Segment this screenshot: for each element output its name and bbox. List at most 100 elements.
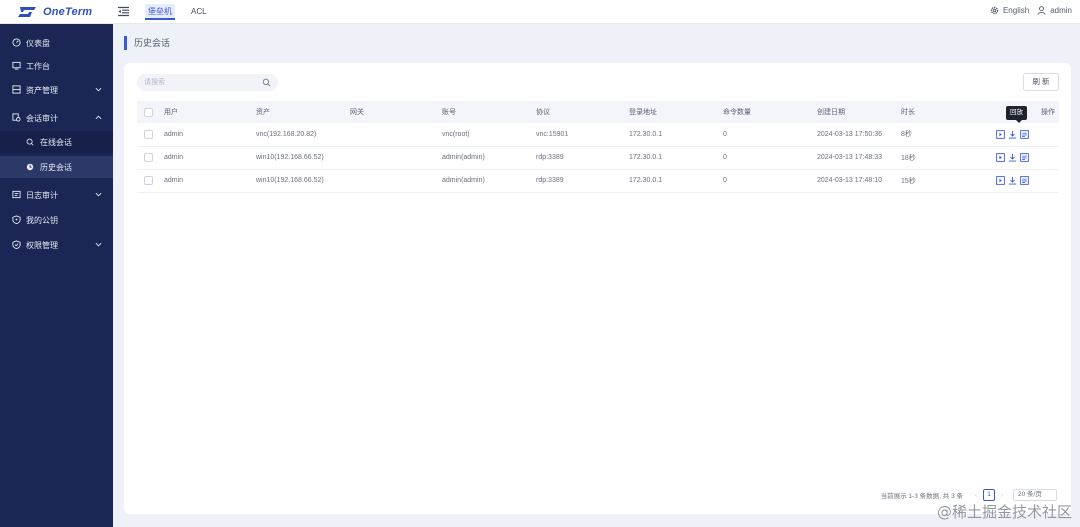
sidebar-item-assets[interactable]: 资产管理 xyxy=(0,80,113,100)
cell-duration: 8秒 xyxy=(901,131,912,139)
command-record-icon[interactable] xyxy=(1020,129,1029,139)
column-header: 登录地址 xyxy=(629,109,657,116)
sidebar-item-history-session[interactable]: 历史会话 xyxy=(0,156,113,178)
select-all-checkbox[interactable] xyxy=(144,107,153,117)
sidebar: 仪表盘 工作台 资产管理 会话审计 在线会话 历史会话 日志审计 我的公钥 权限… xyxy=(0,24,113,527)
pagination: 当前展示 1-3 条数据, 共 3 条 ‹ 1 › 20 条/页 xyxy=(881,488,1057,502)
cell-login-address: 172.30.0.1 xyxy=(629,154,663,161)
cell-user: admin xyxy=(164,154,184,161)
public-key-icon xyxy=(12,215,21,224)
cell-created-date: 2024-03-13 17:48:10 xyxy=(817,177,882,184)
column-header: 网关 xyxy=(350,109,364,116)
cell-user: admin xyxy=(164,130,184,138)
sidebar-item-log-audit[interactable]: 日志审计 xyxy=(0,185,113,205)
command-record-icon[interactable] xyxy=(1020,153,1029,162)
cell-asset: vnc(192.168.20.82) xyxy=(256,130,317,138)
cell-created-date: 2024-03-13 17:48:33 xyxy=(817,154,882,161)
row-actions xyxy=(996,129,1059,139)
sidebar-item-label: 在线会话 xyxy=(40,137,72,147)
prev-page-button[interactable]: ‹ xyxy=(971,492,981,499)
app-name: OneTerm xyxy=(43,6,93,18)
sidebar-item-label: 资产管理 xyxy=(26,85,58,95)
cell-account: admin(admin) xyxy=(442,177,485,184)
workbench-icon xyxy=(12,61,21,70)
sidebar-item-label: 仪表盘 xyxy=(26,38,50,48)
tab-bastion[interactable]: 堡垒机 xyxy=(145,4,175,20)
search-input[interactable] xyxy=(144,76,254,89)
top-right-tools: English admin xyxy=(990,6,1072,15)
cell-duration: 18秒 xyxy=(901,154,916,162)
page-number-button[interactable]: 1 xyxy=(983,489,995,501)
cell-login-address: 172.30.0.1 xyxy=(629,130,663,138)
cell-account: vnc(root) xyxy=(442,130,470,138)
tab-acl[interactable]: ACL xyxy=(188,4,210,20)
page-size-select[interactable]: 20 条/页 xyxy=(1013,489,1057,501)
replay-tooltip: 回放 xyxy=(1006,106,1027,123)
history-session-icon xyxy=(26,163,34,171)
sidebar-item-permission[interactable]: 权限管理 xyxy=(0,235,113,255)
command-record-icon[interactable] xyxy=(1020,176,1029,185)
logo-icon xyxy=(18,7,36,17)
log-audit-icon xyxy=(12,190,21,199)
sidebar-item-online-session[interactable]: 在线会话 xyxy=(0,131,113,153)
cell-account: admin(admin) xyxy=(442,154,485,161)
cell-command-count: 0 xyxy=(723,154,727,161)
sidebar-item-label: 历史会话 xyxy=(40,162,72,172)
download-icon[interactable] xyxy=(1008,176,1017,185)
search-icon[interactable] xyxy=(262,78,271,87)
row-checkbox[interactable] xyxy=(144,176,153,185)
permission-icon xyxy=(12,240,21,249)
cell-protocol: rdp:3389 xyxy=(536,154,564,161)
next-page-button[interactable]: › xyxy=(997,492,1007,499)
session-audit-icon xyxy=(12,113,21,122)
cell-gateway xyxy=(350,123,442,146)
table-row: admin win10(192.168.66.52) admin(admin) … xyxy=(137,146,1059,169)
cell-gateway xyxy=(350,146,442,169)
sidebar-item-label: 日志审计 xyxy=(26,190,58,200)
settings-icon[interactable] xyxy=(990,6,999,15)
cell-created-date: 2024-03-13 17:50:36 xyxy=(817,130,882,138)
menu-collapse-icon[interactable] xyxy=(118,6,129,17)
column-header: 用户 xyxy=(164,109,178,116)
row-checkbox[interactable] xyxy=(144,153,153,162)
cell-command-count: 0 xyxy=(723,177,727,184)
dashboard-icon xyxy=(12,38,21,47)
content-card: 刷 新 用户 资产 网关 账号 协议 登录地址 命令数量 创建日期 时长 操作 xyxy=(124,63,1071,514)
replay-icon[interactable] xyxy=(996,153,1005,162)
user-icon xyxy=(1037,6,1046,15)
app-logo[interactable]: OneTerm xyxy=(18,5,92,19)
cell-duration: 15秒 xyxy=(901,177,916,185)
language-switch[interactable]: English xyxy=(1003,6,1029,15)
watermark: @稀土掘金技术社区 xyxy=(936,503,1072,521)
top-bar: OneTerm 堡垒机 ACL English admin xyxy=(0,0,1080,24)
online-session-icon xyxy=(26,138,34,146)
row-checkbox[interactable] xyxy=(144,129,153,139)
row-actions xyxy=(996,176,1059,185)
sidebar-item-public-key[interactable]: 我的公钥 xyxy=(0,210,113,230)
search-box xyxy=(137,74,278,91)
sidebar-item-label: 权限管理 xyxy=(26,240,58,250)
download-icon[interactable] xyxy=(1008,153,1017,162)
table-row: admin win10(192.168.66.52) admin(admin) … xyxy=(137,169,1059,192)
table-row: admin vnc(192.168.20.82) vnc(root) vnc:1… xyxy=(137,123,1059,146)
user-name[interactable]: admin xyxy=(1050,6,1072,15)
cell-command-count: 0 xyxy=(723,130,727,138)
refresh-button[interactable]: 刷 新 xyxy=(1023,73,1059,91)
sidebar-item-workbench[interactable]: 工作台 xyxy=(0,56,113,76)
replay-icon[interactable] xyxy=(996,176,1005,185)
chevron-down-icon xyxy=(95,87,102,92)
column-header: 资产 xyxy=(256,109,270,116)
cell-user: admin xyxy=(164,177,184,184)
cell-asset: win10(192.168.66.52) xyxy=(256,177,324,184)
cell-asset: win10(192.168.66.52) xyxy=(256,154,324,161)
column-header: 协议 xyxy=(536,109,550,116)
row-actions xyxy=(996,153,1059,162)
download-icon[interactable] xyxy=(1008,130,1017,139)
column-header: 时长 xyxy=(901,109,915,116)
sidebar-item-dashboard[interactable]: 仪表盘 xyxy=(0,33,113,53)
cell-protocol: vnc:15901 xyxy=(536,130,569,138)
sidebar-item-session-audit[interactable]: 会话审计 xyxy=(0,108,113,128)
column-header: 账号 xyxy=(442,109,456,116)
replay-icon[interactable] xyxy=(996,129,1005,139)
chevron-down-icon xyxy=(95,192,102,197)
